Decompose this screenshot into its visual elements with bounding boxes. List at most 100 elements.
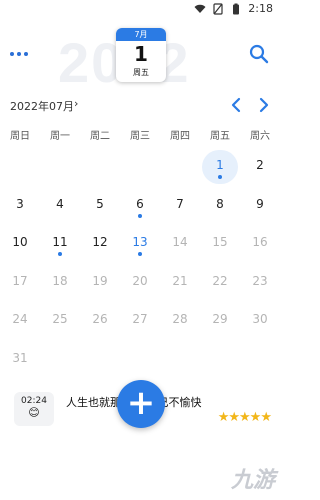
calendar-empty-cell [120, 148, 160, 187]
weekday-header: 周日 周一 周二 周三 周四 周五 周六 [0, 127, 281, 142]
day-number: 17 [12, 273, 28, 288]
calendar-day[interactable]: 28 [160, 302, 200, 341]
calendar-day[interactable]: 6 [120, 187, 160, 226]
header: 2022 7月 1 周五 [0, 20, 281, 94]
day-number: 8 [216, 196, 224, 211]
calendar-day[interactable]: 19 [80, 264, 120, 303]
battery-icon [233, 3, 240, 14]
day-number: 4 [56, 196, 64, 211]
month-navigation: 2022年07月 › [0, 96, 281, 116]
calendar-day[interactable]: 10 [0, 225, 40, 264]
day-number: 21 [172, 273, 188, 288]
day-number: 30 [252, 312, 268, 326]
day-number: 26 [92, 312, 108, 326]
calendar-empty-cell [80, 148, 120, 187]
no-sim-icon [213, 2, 223, 15]
status-time: 2:18 [248, 2, 273, 15]
weekday-label: 周日 [10, 131, 30, 142]
date-card-weekday: 周五 [133, 68, 149, 77]
entry-time-badge: 02:24 😊 [14, 392, 54, 426]
more-dot-icon [10, 52, 14, 56]
calendar-day[interactable]: 13 [120, 225, 160, 264]
more-button[interactable] [10, 46, 34, 62]
day-number: 11 [52, 235, 68, 249]
has-entry-dot-icon [138, 213, 142, 218]
calendar-grid: 1 2 3 4 5 6 7 8 9 10 11 12 13 14 15 16 17 18 19 20 21 22 23 24 2… [0, 148, 281, 379]
day-number: 29 [212, 312, 228, 326]
day-number: 19 [92, 273, 108, 288]
day-number: 27 [132, 312, 148, 326]
day-number: 23 [252, 273, 268, 288]
calendar-day[interactable]: 3 [0, 187, 40, 226]
calendar-empty-cell [0, 148, 40, 187]
day-number: 5 [96, 196, 104, 211]
calendar-day[interactable]: 5 [80, 187, 120, 226]
day-number: 25 [52, 312, 68, 326]
calendar-day[interactable]: 7 [160, 187, 200, 226]
day-number: 9 [256, 196, 264, 211]
has-entry-dot-icon [58, 252, 62, 256]
day-number: 18 [52, 273, 68, 288]
calendar-day[interactable]: 14 [160, 225, 200, 264]
calendar-day[interactable]: 12 [80, 225, 120, 264]
day-number: 3 [16, 196, 24, 211]
calendar-day[interactable]: 17 [0, 264, 40, 303]
calendar-day[interactable]: 20 [120, 264, 160, 303]
calendar-day[interactable]: 23 [240, 264, 280, 303]
month-selector[interactable]: 2022年07月 [10, 98, 74, 114]
chevron-right-icon[interactable]: › [74, 97, 78, 110]
date-card-month: 7月 [116, 28, 166, 41]
status-bar: 2:18 [0, 0, 281, 20]
calendar-day[interactable]: 18 [40, 264, 80, 303]
day-number: 1 [216, 158, 224, 172]
day-number: 10 [12, 235, 28, 249]
day-number: 2 [256, 158, 264, 172]
calendar-day[interactable]: 2 [240, 148, 280, 187]
day-number: 14 [172, 235, 188, 249]
calendar-day[interactable]: 4 [40, 187, 80, 226]
more-dot-icon [24, 52, 28, 56]
mood-emoji-icon: 😊 [28, 406, 40, 419]
weekday-label: 周二 [90, 131, 110, 142]
date-card-day: 1 [134, 42, 148, 66]
calendar-day[interactable]: 29 [200, 302, 240, 341]
calendar-day[interactable]: 25 [40, 302, 80, 341]
rating-stars: ★★★★★ [217, 410, 272, 425]
wifi-icon [194, 4, 206, 13]
calendar-day[interactable]: 1 [200, 148, 240, 187]
more-dot-icon [17, 52, 21, 56]
calendar-day[interactable]: 11 [40, 225, 80, 264]
prev-month-icon[interactable] [229, 96, 243, 114]
calendar-day[interactable]: 26 [80, 302, 120, 341]
calendar-empty-cell [40, 148, 80, 187]
calendar-day[interactable]: 24 [0, 302, 40, 341]
day-number: 16 [252, 235, 268, 249]
entry-time: 02:24 [21, 396, 47, 406]
weekday-label: 周三 [130, 131, 150, 142]
weekday-label: 周六 [250, 131, 270, 142]
day-number: 31 [12, 350, 28, 365]
day-number: 24 [12, 312, 28, 326]
calendar-day[interactable]: 8 [200, 187, 240, 226]
calendar-day[interactable]: 31 [0, 341, 40, 380]
calendar-day[interactable]: 16 [240, 225, 280, 264]
add-entry-button[interactable]: + [117, 380, 165, 428]
search-icon[interactable] [249, 44, 269, 64]
day-number: 28 [172, 312, 188, 326]
calendar-day[interactable]: 9 [240, 187, 280, 226]
today-date-card[interactable]: 7月 1 周五 [116, 28, 166, 82]
weekday-label: 周一 [50, 131, 70, 142]
day-number: 20 [132, 273, 148, 288]
calendar-day[interactable]: 15 [200, 225, 240, 264]
day-number: 7 [176, 196, 184, 211]
day-number: 15 [212, 235, 228, 249]
calendar-day[interactable]: 22 [200, 264, 240, 303]
next-month-icon[interactable] [257, 96, 271, 114]
day-number: 22 [212, 273, 228, 288]
has-entry-dot-icon [218, 175, 222, 179]
site-watermark: 九游 [230, 467, 275, 492]
calendar-day[interactable]: 27 [120, 302, 160, 341]
calendar-day[interactable]: 21 [160, 264, 200, 303]
calendar-day[interactable]: 30 [240, 302, 280, 341]
weekday-label: 周五 [210, 131, 230, 142]
